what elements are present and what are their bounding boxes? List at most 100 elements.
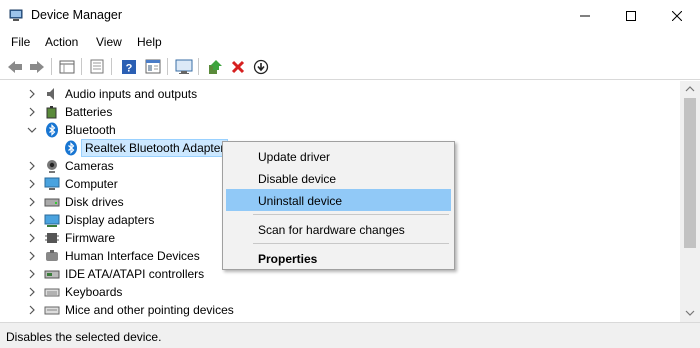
help-icon: ? (122, 59, 136, 74)
status-text: Disables the selected device. (6, 330, 162, 344)
tree-node-label: Human Interface Devices (65, 249, 200, 263)
svg-text:?: ? (126, 62, 133, 74)
tree-node-label: Firmware (65, 231, 115, 245)
toolbar-separator (81, 58, 82, 75)
device-manager-icon (9, 9, 23, 21)
title-bar: Device Manager (0, 0, 700, 31)
update-driver-button[interactable] (205, 57, 225, 76)
scroll-down-icon[interactable] (685, 309, 695, 317)
tree-node-bluetooth[interactable]: Bluetooth (0, 121, 680, 139)
display-icon (44, 214, 60, 227)
tree-node-label: Disk drives (65, 195, 124, 209)
menu-item-label: Uninstall device (258, 194, 343, 208)
window-title: Device Manager (31, 8, 123, 22)
firmware-icon (45, 233, 59, 243)
menu-file[interactable]: File (11, 35, 30, 49)
tree-node-audio[interactable]: Audio inputs and outputs (0, 85, 680, 103)
menu-item-label: Properties (258, 252, 318, 266)
menu-item-label: Scan for hardware changes (258, 223, 405, 237)
battery-icon (46, 106, 57, 119)
toolbar-separator (167, 58, 168, 75)
chevron-right-icon[interactable] (27, 179, 37, 189)
forward-button[interactable] (27, 57, 47, 76)
chevron-right-icon[interactable] (27, 251, 37, 261)
minimize-button[interactable] (562, 0, 608, 31)
tree-node-keyboards[interactable]: Keyboards (0, 283, 680, 301)
menu-item-label: Update driver (258, 150, 331, 164)
chevron-right-icon[interactable] (27, 287, 37, 297)
uninstall-icon (231, 60, 245, 73)
menu-help[interactable]: Help (137, 35, 162, 49)
show-hidden-button[interactable] (87, 57, 107, 76)
maximize-button[interactable] (608, 0, 654, 31)
tree-node-mice[interactable]: Mice and other pointing devices (0, 301, 680, 319)
context-menu: Update driver Disable device Uninstall d… (222, 141, 455, 270)
menu-separator (253, 243, 449, 244)
hid-icon (46, 250, 58, 261)
chevron-right-icon[interactable] (27, 233, 37, 243)
tree-node-label: IDE ATA/ATAPI controllers (65, 267, 205, 281)
minimize-icon (580, 15, 590, 16)
keyboard-icon (44, 288, 60, 297)
properties-pane-button[interactable] (57, 57, 77, 76)
menu-view[interactable]: View (96, 35, 122, 49)
chevron-right-icon[interactable] (27, 269, 37, 279)
tree-node-label: Computer (65, 177, 118, 191)
tree-node-label: Bluetooth (65, 123, 116, 137)
monitor-icon (175, 59, 193, 74)
scroll-up-icon[interactable] (685, 85, 695, 93)
bluetooth-icon (46, 122, 58, 138)
tree-node-label: Audio inputs and outputs (65, 87, 198, 101)
menu-item-properties[interactable]: Properties (226, 247, 451, 269)
chevron-right-icon[interactable] (27, 305, 37, 315)
back-button[interactable] (5, 57, 25, 76)
selected-device-label: Realtek Bluetooth Adapter (81, 139, 229, 157)
chevron-right-icon[interactable] (27, 107, 37, 117)
camera-icon (47, 160, 57, 173)
vertical-scrollbar[interactable] (680, 81, 700, 322)
properties-pane-icon (59, 60, 75, 73)
toolbar-separator (111, 58, 112, 75)
computer-icon (44, 177, 60, 190)
details-button[interactable] (143, 57, 163, 76)
status-bar: Disables the selected device. (0, 322, 700, 348)
toolbar: ? (0, 53, 700, 80)
menu-item-uninstall-device[interactable]: Uninstall device (226, 189, 451, 211)
menu-bar: File Action View Help (0, 31, 700, 53)
disk-icon (44, 198, 60, 207)
maximize-icon (626, 10, 636, 21)
menu-item-update-driver[interactable]: Update driver (226, 145, 451, 167)
speaker-icon (47, 88, 54, 100)
download-button[interactable] (251, 57, 271, 76)
tree-node-label: Display adapters (65, 213, 155, 227)
uninstall-button[interactable] (228, 57, 248, 76)
mouse-icon (44, 306, 60, 315)
menu-item-scan-hardware[interactable]: Scan for hardware changes (226, 218, 451, 240)
chevron-right-icon[interactable] (27, 161, 37, 171)
show-hidden-icon (90, 59, 104, 74)
scan-hardware-button[interactable] (174, 57, 194, 76)
menu-item-disable-device[interactable]: Disable device (226, 167, 451, 189)
chevron-right-icon[interactable] (27, 197, 37, 207)
menu-item-label: Disable device (258, 172, 337, 186)
scroll-thumb[interactable] (684, 98, 696, 248)
toolbar-separator (198, 58, 199, 75)
close-button[interactable] (654, 0, 700, 31)
tree-node-label: Batteries (65, 105, 113, 119)
download-icon (253, 59, 269, 74)
chevron-right-icon[interactable] (27, 215, 37, 225)
chevron-right-icon[interactable] (27, 89, 37, 99)
toolbar-separator (51, 58, 52, 75)
tree-node-batteries[interactable]: Batteries (0, 103, 680, 121)
tree-node-label: Mice and other pointing devices (65, 303, 234, 317)
help-button[interactable]: ? (119, 57, 139, 76)
tree-node-label: Keyboards (65, 285, 123, 299)
back-icon (8, 60, 22, 73)
chevron-down-icon[interactable] (27, 125, 37, 135)
ide-icon (44, 270, 60, 279)
tree-node-label: Cameras (65, 159, 114, 173)
menu-separator (253, 214, 449, 215)
update-driver-icon (209, 59, 222, 74)
bluetooth-icon (65, 140, 77, 156)
menu-action[interactable]: Action (45, 35, 78, 49)
